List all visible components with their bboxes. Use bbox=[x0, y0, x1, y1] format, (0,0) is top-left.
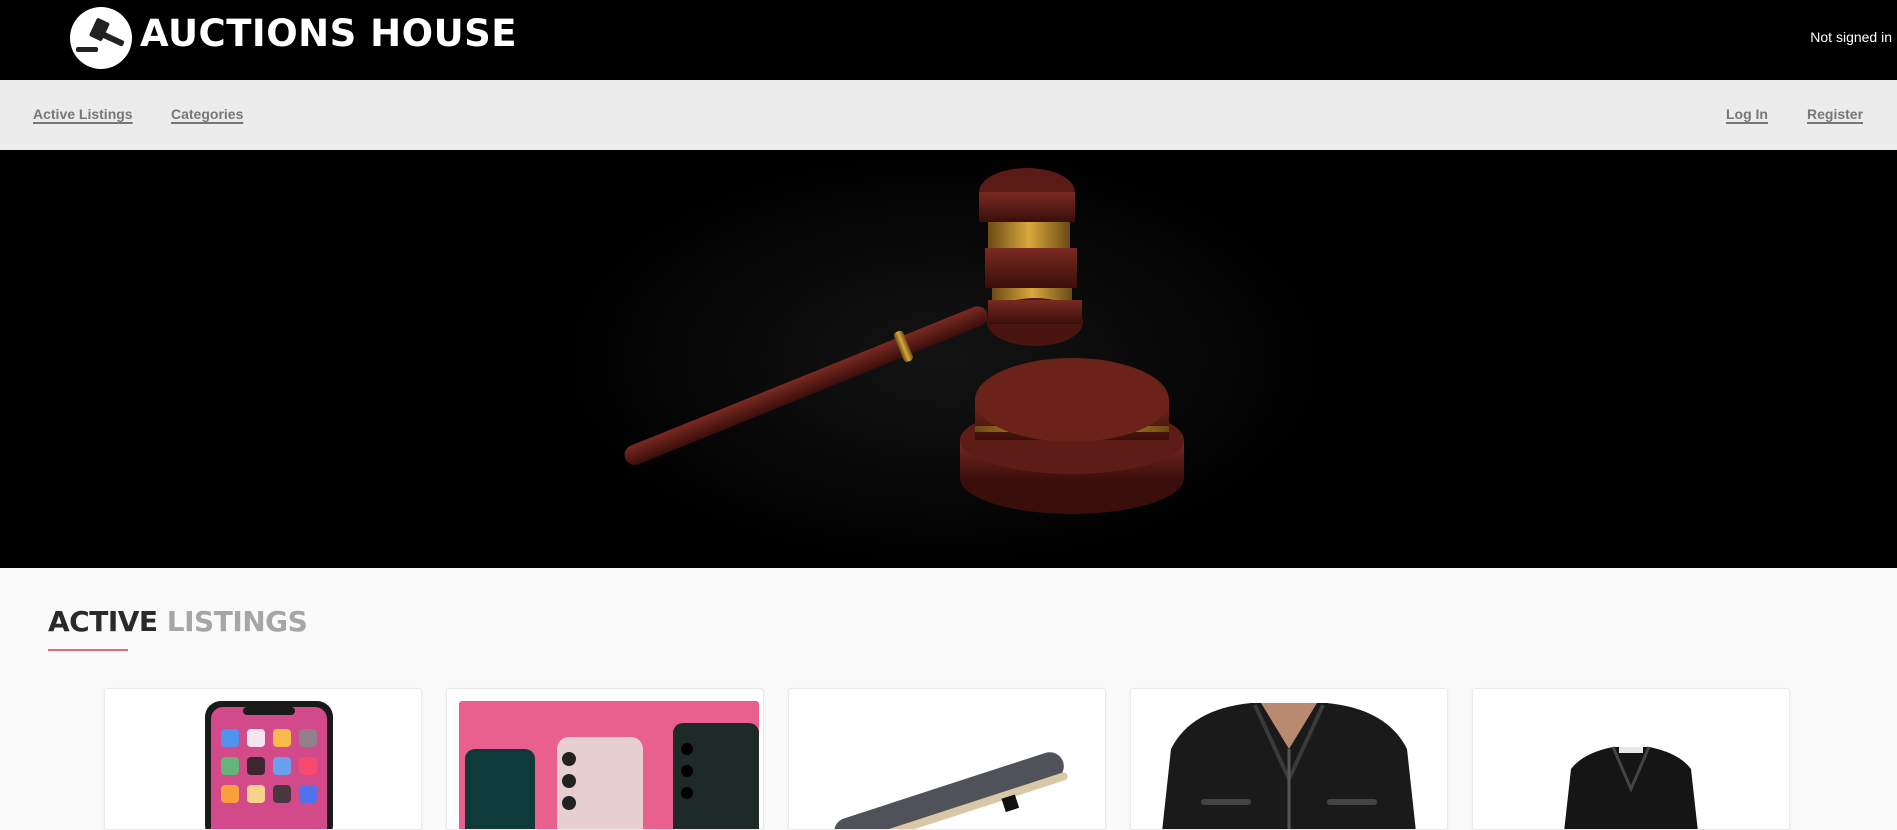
nav-log-in[interactable]: Log In bbox=[1726, 106, 1768, 122]
nav-active-listings[interactable]: Active Listings bbox=[33, 106, 133, 122]
top-header: AUCTIONS HOUSE Not signed in bbox=[0, 0, 1897, 80]
listing-card[interactable] bbox=[104, 688, 422, 830]
nav-categories[interactable]: Categories bbox=[171, 106, 243, 122]
skateboard-image bbox=[834, 752, 1068, 829]
section-title-part2: LISTINGS bbox=[166, 605, 308, 638]
auth-status: Not signed in bbox=[1810, 29, 1892, 45]
blazer-image bbox=[1564, 746, 1698, 829]
listing-card[interactable] bbox=[1130, 688, 1448, 830]
nav-bar: Active Listings Categories Log In Regist… bbox=[0, 80, 1897, 150]
listing-card[interactable] bbox=[446, 688, 764, 830]
title-underline bbox=[48, 649, 128, 651]
leather-jacket-image bbox=[1162, 703, 1416, 829]
section-title: ACTIVE LISTINGS bbox=[48, 605, 308, 638]
nav-register[interactable]: Register bbox=[1807, 106, 1863, 122]
brand-title[interactable]: AUCTIONS HOUSE bbox=[140, 10, 517, 58]
gavel-icon[interactable] bbox=[70, 7, 132, 69]
gavel-hero-image bbox=[560, 150, 1330, 568]
hero-banner bbox=[0, 150, 1897, 568]
section-title-part1: ACTIVE bbox=[48, 605, 158, 638]
smartphone-image bbox=[205, 701, 333, 829]
listing-card[interactable] bbox=[788, 688, 1106, 830]
smartphones-image bbox=[459, 701, 759, 829]
listing-card[interactable] bbox=[1472, 688, 1790, 830]
